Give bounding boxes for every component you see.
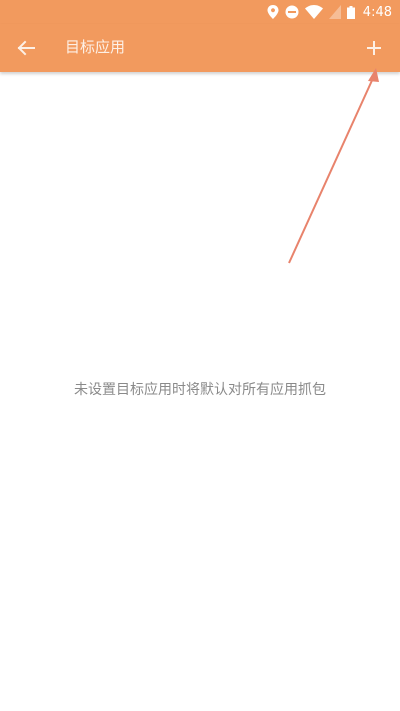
location-icon <box>267 5 279 19</box>
toolbar: 目标应用 <box>0 24 400 72</box>
status-icons: 4:48 <box>267 3 392 21</box>
plus-icon <box>367 41 381 55</box>
back-button[interactable] <box>6 28 46 68</box>
do-not-disturb-icon <box>285 5 299 19</box>
battery-icon <box>346 5 355 19</box>
empty-state-message: 未设置目标应用时将默认对所有应用抓包 <box>74 382 326 398</box>
annotation-arrow-icon <box>288 68 379 264</box>
add-app-button[interactable] <box>354 28 394 68</box>
status-bar: 4:48 <box>0 0 400 24</box>
wifi-icon <box>304 5 323 19</box>
signal-icon <box>328 5 341 19</box>
page-title: 目标应用 <box>65 38 126 56</box>
status-time: 4:48 <box>362 4 392 20</box>
arrow-left-icon <box>17 40 35 56</box>
